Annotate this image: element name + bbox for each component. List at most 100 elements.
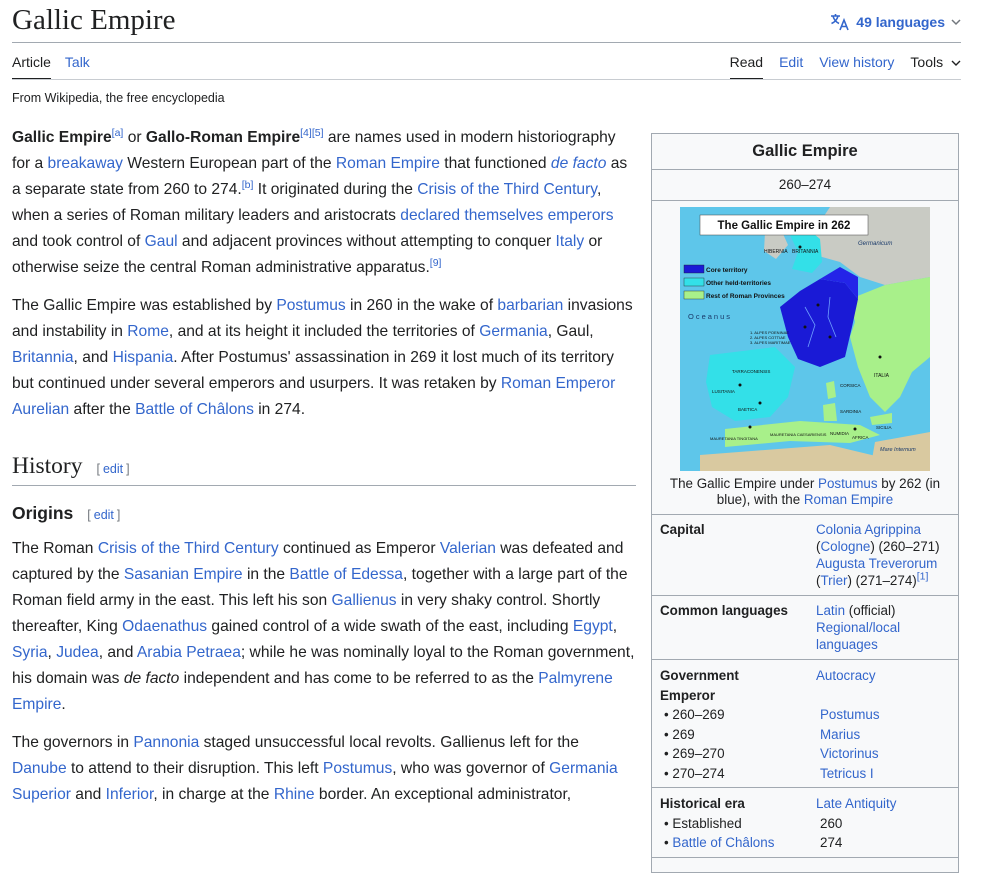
label-numidia: NUMIDIA xyxy=(830,431,849,436)
footnote-ref[interactable]: [5] xyxy=(312,127,324,139)
tools-menu[interactable]: Tools xyxy=(910,52,961,80)
footnote-ref[interactable]: [4] xyxy=(300,127,312,139)
text: and xyxy=(70,786,106,803)
origins-heading: Origins xyxy=(12,503,74,523)
edit-origins-link[interactable]: edit xyxy=(94,508,114,522)
translate-icon xyxy=(830,13,850,31)
event-label: • Battle of Châlons xyxy=(664,833,820,853)
link-inferior[interactable]: Inferior xyxy=(106,786,154,803)
link-emperor[interactable]: Marius xyxy=(820,725,950,745)
link-roman-empire[interactable]: Roman Empire xyxy=(804,492,893,507)
text: that functioned xyxy=(439,155,551,172)
link-battle-chalons[interactable]: Battle of Châlons xyxy=(672,835,774,850)
link-late-antiquity[interactable]: Late Antiquity xyxy=(816,794,950,814)
language-selector[interactable]: 49 languages xyxy=(830,13,961,31)
link-germania[interactable]: Germania xyxy=(479,323,547,340)
link-postumus[interactable]: Postumus xyxy=(323,760,392,777)
namespace-tabs: Article Talk xyxy=(12,52,90,80)
link-odaenathus[interactable]: Odaenathus xyxy=(122,618,207,635)
link-roman-empire[interactable]: Roman Empire xyxy=(336,155,440,172)
link-autocracy[interactable]: Autocracy xyxy=(816,666,950,686)
text: Western European part of the xyxy=(122,155,336,172)
link-postumus[interactable]: Postumus xyxy=(276,297,345,314)
legend-swatch-rest xyxy=(683,290,705,300)
text: . xyxy=(61,696,66,713)
link-de-facto[interactable]: de facto xyxy=(551,155,606,172)
link-trier[interactable]: Trier xyxy=(820,573,847,588)
history-heading: History xyxy=(12,453,83,479)
text: , Gaul, xyxy=(547,323,594,340)
infobox: Gallic Empire 260–274 The Gallic Empire … xyxy=(651,133,959,873)
link-augusta-treverorum[interactable]: Augusta Treverorum xyxy=(816,556,937,571)
link-cologne[interactable]: Cologne xyxy=(820,539,870,554)
link-danube[interactable]: Danube xyxy=(12,760,67,777)
link-rome[interactable]: Rome xyxy=(127,323,169,340)
link-latin[interactable]: Latin xyxy=(816,603,845,618)
label-alpes-3: 3. ALPES MARITIMAE xyxy=(750,340,791,345)
text: in 274. xyxy=(253,401,306,418)
event-year: 274 xyxy=(820,835,843,850)
tab-article[interactable]: Article xyxy=(12,52,51,80)
label-sardinia: SARDINIA xyxy=(840,409,861,414)
link-italy[interactable]: Italy xyxy=(556,233,585,250)
link-syria[interactable]: Syria xyxy=(12,644,48,661)
link-pannonia[interactable]: Pannonia xyxy=(133,734,199,751)
infobox-title: Gallic Empire xyxy=(652,134,958,170)
link-rhine[interactable]: Rhine xyxy=(274,786,315,803)
text: , xyxy=(612,618,618,635)
text: in the xyxy=(242,566,290,583)
edit-history-link[interactable]: edit xyxy=(103,462,123,476)
link-hispania[interactable]: Hispania xyxy=(113,349,174,366)
link-emperor[interactable]: Victorinus xyxy=(820,744,950,764)
link-britannia[interactable]: Britannia xyxy=(12,349,74,366)
tabs-divider xyxy=(12,79,961,80)
link-barbarian[interactable]: barbarian xyxy=(497,297,563,314)
link-battle-chalons[interactable]: Battle of Châlons xyxy=(135,401,254,418)
link-crisis[interactable]: Crisis of the Third Century xyxy=(98,540,279,557)
legend-rest: Rest of Roman Provinces xyxy=(706,293,785,300)
label-tarraconensis: TARRACONENSIS xyxy=(732,369,770,374)
link-emperor[interactable]: Postumus xyxy=(820,705,950,725)
link-gallienus[interactable]: Gallienus xyxy=(332,592,397,609)
event-year: 260 xyxy=(820,815,843,831)
link-colonia-agrippina[interactable]: Colonia Agrippina xyxy=(816,522,921,537)
bold-term: Gallic Empire xyxy=(12,129,112,146)
footnote-ref[interactable]: [a] xyxy=(112,127,124,139)
gallic-empire-map[interactable]: The Gallic Empire in 262 Core territory … xyxy=(680,207,930,471)
link-judea[interactable]: Judea xyxy=(56,644,99,661)
link-breakaway[interactable]: breakaway xyxy=(48,155,123,172)
link-sasanian[interactable]: Sasanian Empire xyxy=(124,566,243,583)
label-sicilia: SICILIA xyxy=(876,425,892,430)
tab-talk[interactable]: Talk xyxy=(65,52,90,80)
footnote-ref[interactable]: [9] xyxy=(430,257,442,269)
link-egypt[interactable]: Egypt xyxy=(573,618,613,635)
era-event-row: • Established 260 xyxy=(660,814,950,834)
bold-term: Gallo-Roman Empire xyxy=(145,129,301,146)
link-postumus[interactable]: Postumus xyxy=(818,476,878,491)
link-regional-languages[interactable]: Regional/local languages xyxy=(816,620,900,652)
link-gaul[interactable]: Gaul xyxy=(145,233,178,250)
tab-edit[interactable]: Edit xyxy=(779,52,803,80)
government-label: Government xyxy=(660,668,739,683)
section-heading-history: History [edit] xyxy=(12,453,636,486)
link-emperor[interactable]: Tetricus I xyxy=(820,764,950,784)
event-label: • Established xyxy=(664,814,820,834)
emperor-row: • 270–274 Tetricus I xyxy=(660,764,950,784)
tab-view-history[interactable]: View history xyxy=(819,52,894,80)
origins-paragraph-2: The governors in Pannonia staged unsucce… xyxy=(12,730,636,808)
link-valerian[interactable]: Valerian xyxy=(440,540,496,557)
emperor-line: Emperor xyxy=(660,686,950,706)
label-lusitania: LUSITANIA xyxy=(712,389,735,394)
text: to attend to their disruption. This left xyxy=(66,760,323,777)
link-arabia-petraea[interactable]: Arabia Petraea xyxy=(137,644,241,661)
link-declared-emperors[interactable]: declared themselves emperors xyxy=(400,207,613,224)
tab-read[interactable]: Read xyxy=(729,52,764,80)
intro-paragraph-2: The Gallic Empire was established by Pos… xyxy=(12,293,636,423)
text: The Gallic Empire was established by xyxy=(12,297,277,314)
text: gained control of a wide swath of the ea… xyxy=(207,618,573,635)
footnote-ref[interactable]: [1] xyxy=(917,571,929,583)
link-edessa[interactable]: Battle of Edessa xyxy=(289,566,403,583)
link-crisis[interactable]: Crisis of the Third Century xyxy=(417,181,597,198)
site-tagline: From Wikipedia, the free encyclopedia xyxy=(12,91,225,105)
footnote-ref[interactable]: [b] xyxy=(242,179,254,191)
